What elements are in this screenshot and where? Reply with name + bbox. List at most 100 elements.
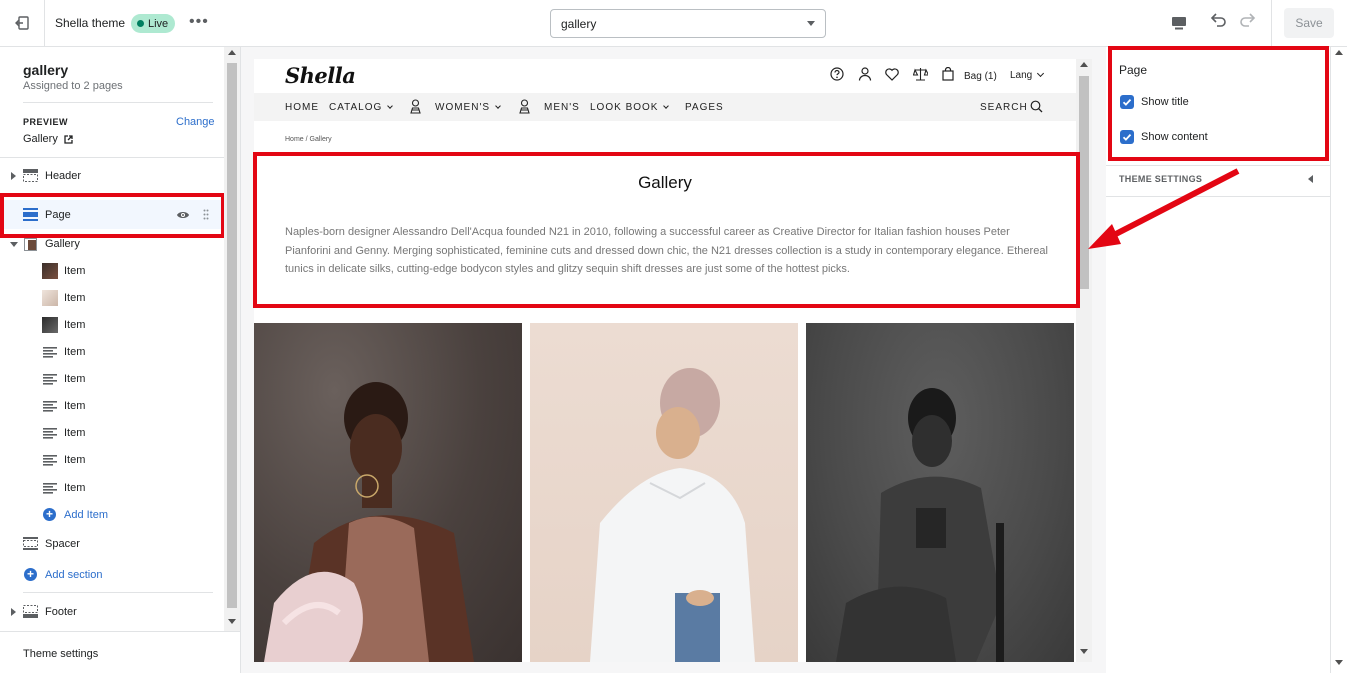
shopping-bag-icon[interactable]: [942, 67, 954, 81]
plus-circle-icon: +: [24, 568, 37, 581]
store-preview: Shella Bag (1) Lang HOME CATALOG WOMEN'S…: [254, 59, 1076, 662]
scroll-up-icon[interactable]: [1080, 62, 1088, 67]
scrollbar-thumb[interactable]: [1079, 76, 1089, 289]
nav-mens[interactable]: MEN'S: [544, 102, 580, 113]
text-block-icon: [43, 455, 57, 466]
preview-canvas: Shella Bag (1) Lang HOME CATALOG WOMEN'S…: [241, 47, 1106, 673]
nav-search[interactable]: SEARCH: [980, 102, 1028, 113]
theme-settings-link[interactable]: Theme settings: [23, 648, 98, 660]
compare-scales-icon[interactable]: [913, 67, 928, 81]
redo-button[interactable]: [1238, 11, 1258, 36]
gallery-item-label: Item: [64, 427, 86, 439]
section-header-label: Header: [45, 170, 82, 182]
gallery-item-8[interactable]: Item: [0, 447, 224, 473]
gallery-item-9[interactable]: Item: [0, 475, 224, 501]
gallery-item-7[interactable]: Item: [0, 420, 224, 446]
page-content-highlight: [253, 152, 1080, 308]
template-assignment: Assigned to 2 pages: [23, 80, 123, 92]
page-select-value: gallery: [561, 17, 597, 31]
scroll-down-icon[interactable]: [1335, 660, 1343, 665]
account-icon[interactable]: [858, 67, 872, 81]
text-block-icon: [43, 483, 57, 494]
gallery-item-4[interactable]: Item: [0, 339, 224, 365]
nav-catalog[interactable]: CATALOG: [329, 102, 393, 113]
gallery-item-label: Item: [64, 400, 86, 412]
divider: [23, 592, 213, 593]
theme-settings-header[interactable]: THEME SETTINGS: [1119, 174, 1202, 184]
gallery-item-label: Item: [64, 292, 86, 304]
template-title: gallery: [23, 62, 69, 78]
add-item-button[interactable]: + Add Item: [0, 502, 224, 528]
scrollbar-thumb[interactable]: [227, 63, 237, 608]
gallery-image-2[interactable]: [530, 323, 798, 662]
preview-page-label: Gallery: [23, 133, 58, 145]
gallery-item-3[interactable]: Item: [0, 312, 224, 338]
gallery-image-3[interactable]: [806, 323, 1074, 662]
scroll-up-icon[interactable]: [228, 50, 236, 55]
sections-sidebar: gallery Assigned to 2 pages PREVIEW Chan…: [0, 47, 241, 673]
divider: [0, 631, 241, 632]
exit-button[interactable]: [0, 0, 45, 46]
nav-lookbook-label: LOOK BOOK: [590, 102, 659, 113]
wishlist-heart-icon[interactable]: [885, 68, 899, 81]
more-actions-button[interactable]: •••: [189, 14, 209, 30]
section-spacer[interactable]: Spacer: [0, 531, 224, 557]
gallery-image-1[interactable]: [254, 323, 522, 662]
gallery-item-label: Item: [64, 346, 86, 358]
plus-circle-icon: +: [43, 508, 56, 521]
nav-lookbook[interactable]: LOOK BOOK: [590, 102, 670, 113]
scroll-down-icon[interactable]: [228, 619, 236, 624]
add-item-label: Add Item: [64, 509, 109, 521]
theme-name: Shella theme: [55, 16, 126, 30]
page-template-select[interactable]: gallery: [550, 9, 826, 38]
section-footer[interactable]: Footer: [0, 599, 224, 625]
nav-pages[interactable]: PAGES: [685, 102, 724, 113]
item-image-thumbnail: [42, 263, 58, 279]
portrait-woman-blazer-bw-image: [836, 388, 1004, 662]
text-block-icon: [43, 428, 57, 439]
live-badge: Live: [131, 14, 176, 33]
section-footer-label: Footer: [45, 606, 77, 618]
device-preview-button[interactable]: [1166, 10, 1192, 36]
gallery-item-label: Item: [64, 454, 86, 466]
gallery-item-2[interactable]: Item: [0, 285, 224, 311]
gallery-item-1[interactable]: Item: [0, 258, 224, 284]
add-section-button[interactable]: + Add section: [0, 562, 224, 588]
gallery-item-label: Item: [64, 265, 86, 277]
preview-label: PREVIEW: [23, 117, 69, 127]
save-button[interactable]: Save: [1284, 8, 1334, 38]
header-section-icon: [23, 169, 38, 182]
preview-scrollbar[interactable]: [1076, 59, 1092, 662]
nav-home[interactable]: HOME: [285, 102, 319, 113]
bag-count[interactable]: Bag (1): [964, 71, 997, 82]
text-block-icon: [43, 347, 57, 358]
nav-womens[interactable]: WOMEN'S: [435, 102, 501, 113]
store-logo[interactable]: Shella: [285, 63, 356, 88]
search-icon[interactable]: [1030, 100, 1043, 113]
preview-page-link[interactable]: Gallery: [23, 133, 73, 145]
undo-button[interactable]: [1208, 11, 1228, 36]
breadcrumb[interactable]: Home / Gallery: [285, 136, 332, 143]
sidebar-scrollbar[interactable]: [224, 47, 240, 632]
redo-icon: [1240, 13, 1256, 27]
gallery-item-6[interactable]: Item: [0, 393, 224, 419]
gallery-item-label: Item: [64, 373, 86, 385]
chevron-left-icon[interactable]: [1308, 175, 1313, 183]
gallery-item-label: Item: [64, 319, 86, 331]
section-spacer-label: Spacer: [45, 538, 80, 550]
portrait-woman-pink-coat-image: [264, 382, 474, 662]
language-selector[interactable]: Lang: [1010, 69, 1045, 81]
gallery-item-5[interactable]: Item: [0, 366, 224, 392]
help-icon[interactable]: [830, 67, 844, 81]
settings-scrollbar[interactable]: [1330, 47, 1347, 673]
external-link-icon: [64, 134, 73, 144]
section-header[interactable]: Header: [0, 163, 224, 189]
change-preview-link[interactable]: Change: [176, 116, 215, 128]
section-gallery[interactable]: Gallery: [0, 231, 224, 257]
exit-icon: [15, 16, 29, 30]
scroll-up-icon[interactable]: [1335, 50, 1343, 55]
spacer-section-icon: [23, 537, 38, 550]
text-block-icon: [43, 374, 57, 385]
text-block-icon: [43, 401, 57, 412]
scroll-down-icon[interactable]: [1080, 649, 1088, 654]
